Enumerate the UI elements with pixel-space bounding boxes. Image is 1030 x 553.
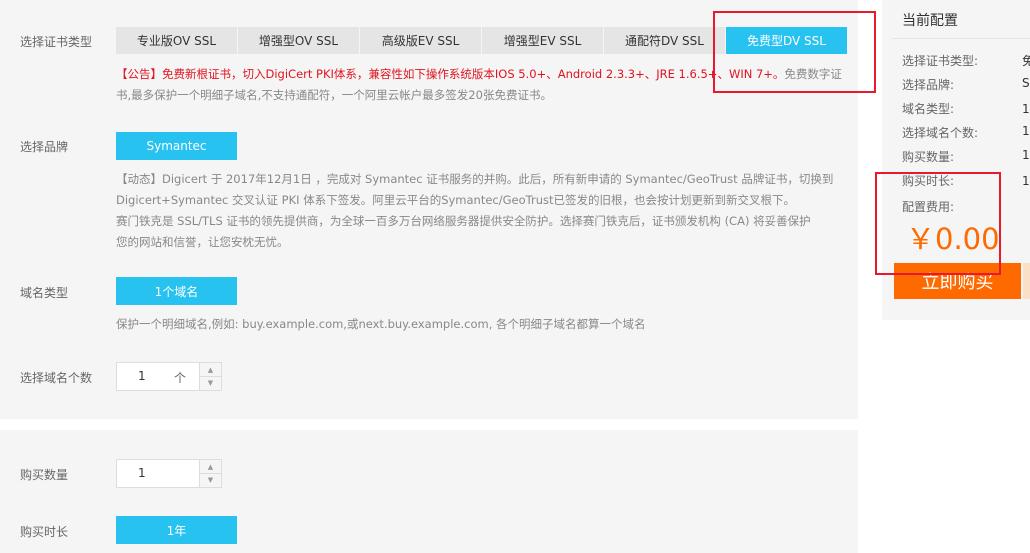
increment-icon[interactable]: ▲ — [200, 460, 221, 473]
config-row-label: 选择证书类型: — [902, 54, 979, 68]
brand-desc-line: 赛门铁克是 SSL/TLS 证书的领先提供商，为全球一百多万台网络服务器提供安全… — [116, 214, 811, 228]
quantity-label: 购买数量 — [20, 468, 69, 482]
brand-desc-line: Digicert+Symantec 交叉认证 PKI 体系下签发。阿里云平台的S… — [116, 193, 795, 207]
domain-count-unit: 个 — [174, 371, 187, 385]
config-row-label: 选择品牌: — [902, 78, 955, 92]
quantity-stepper[interactable]: 1 ▲ ▼ — [116, 459, 222, 488]
domain-type-single-button[interactable]: 1个域名 — [116, 277, 237, 305]
domain-count-arrows: ▲ ▼ — [199, 363, 221, 390]
domain-type-label: 域名类型 — [20, 286, 69, 300]
quantity-value[interactable]: 1 — [138, 466, 146, 480]
domain-count-value[interactable]: 1 — [138, 369, 146, 383]
add-to-cart-button[interactable] — [1023, 263, 1030, 299]
decrement-icon[interactable]: ▼ — [200, 473, 221, 486]
config-row-label: 域名类型: — [902, 102, 955, 116]
quantity-arrows: ▲ ▼ — [199, 460, 221, 487]
cert-type-option-advanced-ev[interactable]: 高级版EV SSL — [360, 27, 481, 54]
cert-type-option-enhanced-ev[interactable]: 增强型EV SSL — [482, 27, 603, 54]
sidebar-title: 当前配置 — [902, 13, 958, 29]
notice-gray-text-2: 书,最多保护一个明细子域名,不支持通配符，一个阿里云帐户最多签发20张免费证书。 — [116, 88, 552, 102]
duration-label: 购买时长 — [20, 525, 69, 539]
config-row-label: 购买数量: — [902, 150, 955, 164]
config-row-value: 免 — [1022, 54, 1030, 68]
brand-label: 选择品牌 — [20, 140, 69, 154]
brand-symantec-button[interactable]: Symantec — [116, 132, 237, 160]
brand-desc-line: 【动态】Digicert 于 2017年12月1日 ，完成对 Symantec … — [116, 172, 834, 186]
domain-count-label: 选择域名个数 — [20, 371, 93, 385]
config-row-value: Sy — [1022, 76, 1030, 90]
config-row-value: 1 — [1022, 124, 1030, 138]
increment-icon[interactable]: ▲ — [200, 363, 221, 376]
decrement-icon[interactable]: ▼ — [200, 376, 221, 389]
annotation-box-price — [875, 172, 1001, 275]
cert-type-option-enhanced-ov[interactable]: 增强型OV SSL — [238, 27, 359, 54]
cert-type-label: 选择证书类型 — [20, 35, 93, 49]
brand-description: 【动态】Digicert 于 2017年12月1日 ，完成对 Symantec … — [116, 169, 842, 253]
notice-red-text: 【公告】免费新根证书，切入DigiCert PKI体系，兼容性如下操作系统版本I… — [116, 67, 785, 81]
domain-count-stepper[interactable]: 1 个 ▲ ▼ — [116, 362, 222, 391]
domain-type-description: 保护一个明细域名,例如: buy.example.com,或next.buy.e… — [116, 317, 646, 331]
brand-desc-line: 您的网站和信誉，让您安枕无忧。 — [116, 235, 289, 249]
config-row-value: 1年 — [1022, 174, 1030, 188]
sidebar-divider — [892, 38, 1030, 39]
duration-1-year-button[interactable]: 1年 — [116, 516, 237, 544]
config-row-value: 1 — [1022, 148, 1030, 162]
config-row-label: 选择域名个数: — [902, 126, 979, 140]
config-row-value: 1个 — [1022, 102, 1030, 116]
purchase-panel: 购买数量 1 ▲ ▼ 购买时长 1年 — [0, 430, 858, 553]
cert-type-option-pro-ov[interactable]: 专业版OV SSL — [116, 27, 237, 54]
annotation-box-free-dv — [713, 11, 876, 93]
cert-type-option-wildcard-dv[interactable]: 通配符DV SSL — [604, 27, 725, 54]
